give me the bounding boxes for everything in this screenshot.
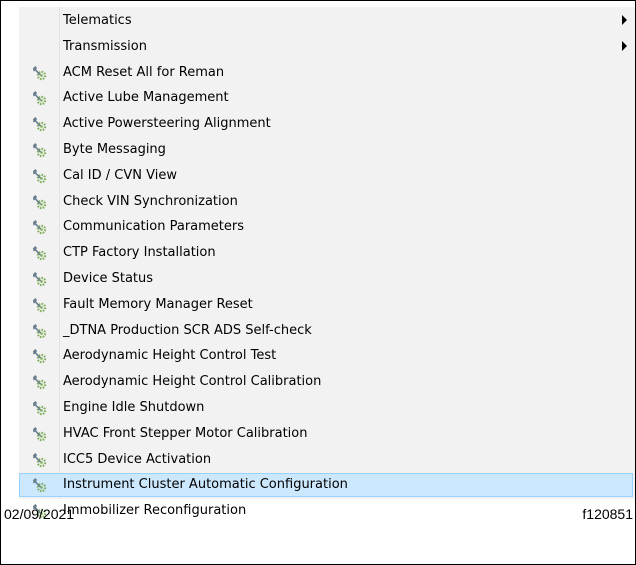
- wrench-gear-icon: [31, 271, 47, 287]
- menu-item-device-status[interactable]: Device Status: [19, 267, 633, 291]
- menu-item-instrument-cluster-automatic-configuration[interactable]: Instrument Cluster Automatic Configurati…: [19, 473, 633, 498]
- menu-item-label: Instrument Cluster Automatic Configurati…: [63, 477, 348, 493]
- wrench-gear-icon: [31, 297, 47, 313]
- menu-item-fault-memory-manager-reset[interactable]: Fault Memory Manager Reset: [19, 293, 633, 317]
- menu-item-engine-idle-shutdown[interactable]: Engine Idle Shutdown: [19, 396, 633, 420]
- menu-item-label: Device Status: [63, 271, 154, 286]
- wrench-gear-icon: [31, 348, 47, 364]
- menu-item-label: Engine Idle Shutdown: [63, 400, 205, 415]
- wrench-gear-icon: [31, 452, 47, 468]
- wrench-gear-icon: [31, 168, 47, 184]
- wrench-gear-icon: [31, 90, 47, 106]
- menu-item-label: Active Powersteering Alignment: [63, 116, 271, 132]
- menu-item-check-vin-synchronization[interactable]: Check VIN Synchronization: [19, 190, 633, 214]
- menu-item-aerodynamic-height-control-calibration[interactable]: Aerodynamic Height Control Calibration: [19, 370, 633, 394]
- menu-item-label: Cal ID / CVN View: [63, 167, 177, 183]
- wrench-gear-icon: [31, 142, 47, 158]
- submenu-arrow-icon: [622, 15, 627, 25]
- wrench-gear-icon: [31, 65, 47, 81]
- context-menu: Telematics Transmission ACM Reset All fo…: [19, 7, 635, 519]
- wrench-gear-icon: [31, 219, 47, 235]
- wrench-gear-icon: [31, 426, 47, 442]
- menu-item-label: Active Lube Management: [63, 90, 229, 106]
- wrench-gear-icon: [31, 245, 47, 261]
- menu-item-immobilizer-reconfiguration[interactable]: Immobilizer Reconfiguration: [19, 499, 633, 523]
- menu-item-label: ACM Reset All for Reman: [63, 64, 225, 80]
- wrench-gear-icon: [31, 116, 47, 132]
- submenu-arrow-icon: [622, 40, 627, 51]
- menu-item-acm-reset-all-for-reman[interactable]: ACM Reset All for Reman: [19, 61, 633, 85]
- figure-id: f120851: [582, 506, 633, 522]
- menu-item-label: Byte Messaging: [63, 142, 166, 157]
- menu-item-active-powersteering-alignment[interactable]: Active Powersteering Alignment: [19, 112, 633, 136]
- menu-item-transmission[interactable]: Transmission: [19, 35, 633, 59]
- menu-item-dtna-production-scr-ads-self-check[interactable]: _DTNA Production SCR ADS Self-check: [19, 319, 633, 343]
- menu-item-label: Fault Memory Manager Reset: [63, 296, 253, 312]
- menu-item-icc5-device-activation[interactable]: ICC5 Device Activation: [19, 448, 633, 472]
- menu-item-active-lube-management[interactable]: Active Lube Management: [19, 86, 633, 110]
- menu-item-label: Communication Parameters: [63, 219, 245, 235]
- menu-item-label: Immobilizer Reconfiguration: [63, 503, 247, 519]
- menu-item-ctp-factory-installation[interactable]: CTP Factory Installation: [19, 241, 633, 265]
- menu-item-label: Aerodynamic Height Control Test: [63, 348, 277, 364]
- menu-item-label: Telematics: [63, 13, 132, 28]
- wrench-gear-icon: [31, 400, 47, 416]
- figure-frame: Telematics Transmission ACM Reset All fo…: [0, 0, 636, 565]
- menu-item-cal-id-cvn-view[interactable]: Cal ID / CVN View: [19, 164, 633, 188]
- menu-item-telematics[interactable]: Telematics: [19, 9, 633, 33]
- menu-item-label: ICC5 Device Activation: [63, 451, 212, 467]
- menu-item-label: CTP Factory Installation: [63, 245, 216, 261]
- menu-item-label: _DTNA Production SCR ADS Self-check: [63, 322, 312, 338]
- wrench-gear-icon: [31, 374, 47, 390]
- menu-item-label: Check VIN Synchronization: [63, 193, 238, 209]
- wrench-gear-icon: [31, 323, 47, 339]
- wrench-gear-icon: [31, 194, 47, 210]
- menu-item-hvac-front-stepper-motor-calibration[interactable]: HVAC Front Stepper Motor Calibration: [19, 422, 633, 446]
- figure-date: 02/09/2021: [4, 506, 75, 522]
- menu-item-label: Transmission: [63, 38, 147, 54]
- menu-item-byte-messaging[interactable]: Byte Messaging: [19, 138, 633, 162]
- menu-item-label: Aerodynamic Height Control Calibration: [63, 374, 322, 390]
- menu-item-aerodynamic-height-control-test[interactable]: Aerodynamic Height Control Test: [19, 344, 633, 368]
- menu-item-label: HVAC Front Stepper Motor Calibration: [63, 425, 308, 441]
- menu-item-communication-parameters[interactable]: Communication Parameters: [19, 215, 633, 239]
- wrench-gear-icon: [31, 477, 47, 493]
